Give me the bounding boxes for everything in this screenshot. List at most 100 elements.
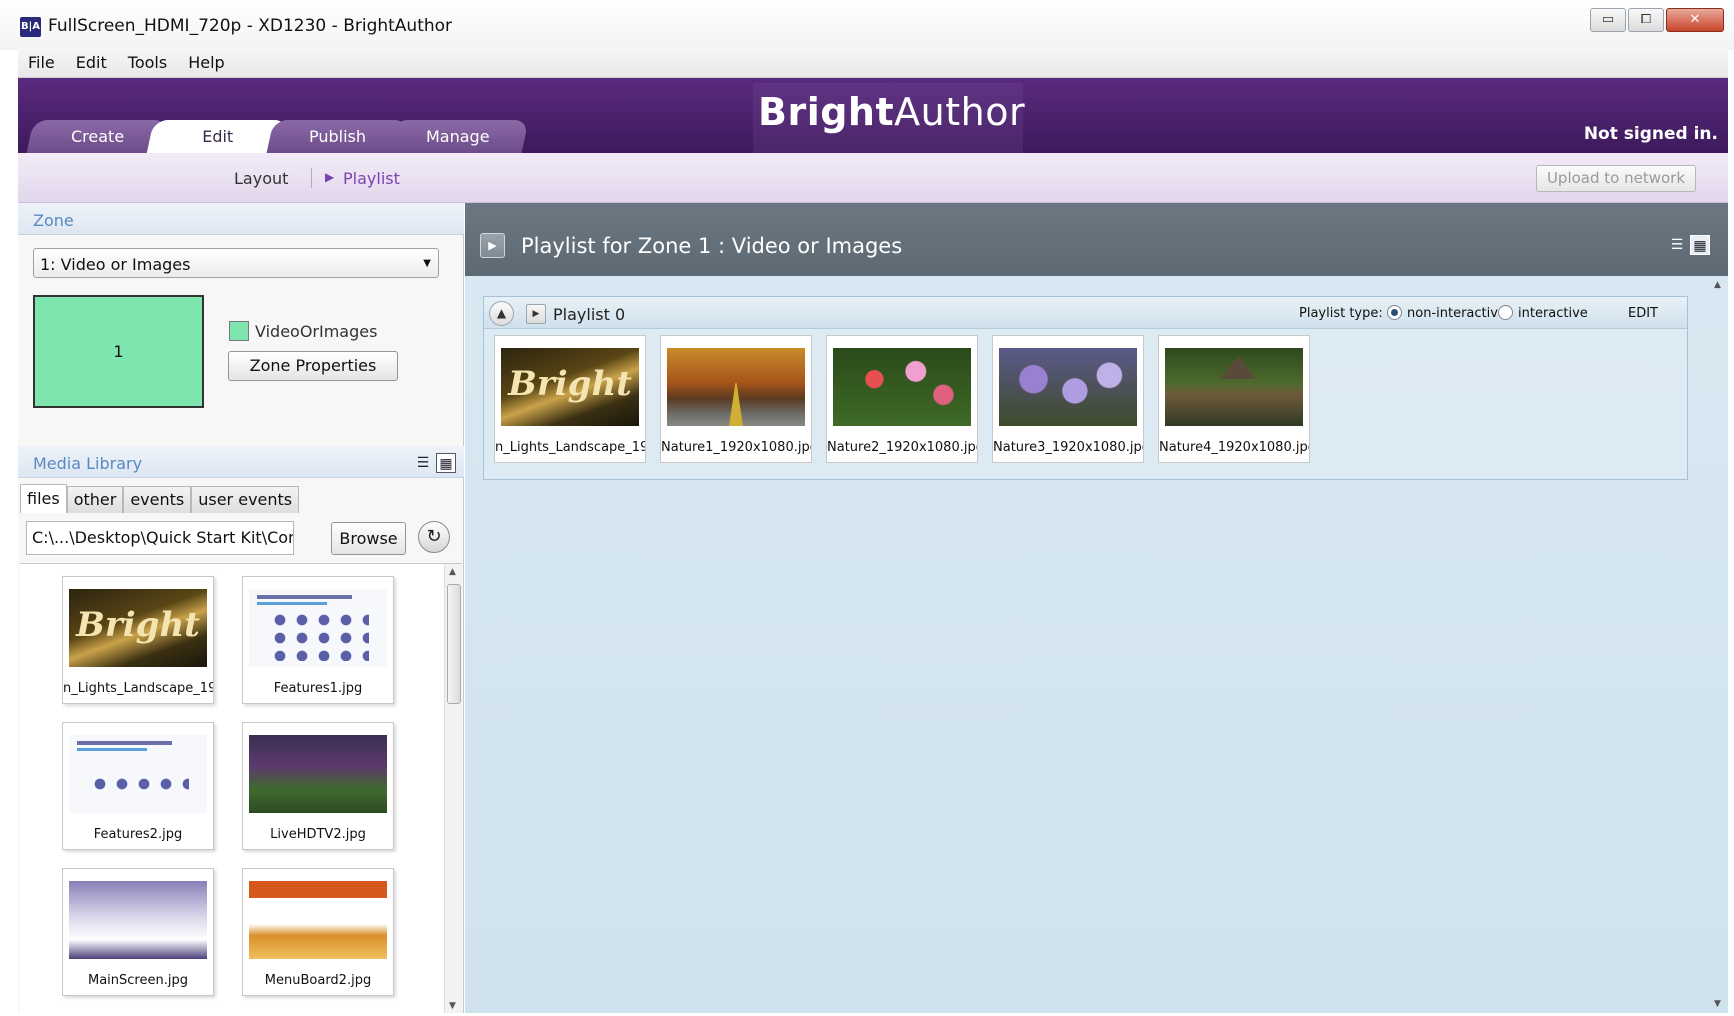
playlist-panel: ▶ Playlist for Zone 1 : Video or Images … — [465, 203, 1728, 1013]
thumbnail-image — [999, 348, 1137, 426]
library-item-label: LiveHDTV2.jpg — [270, 827, 366, 842]
playlist-container: ▲ ▶ Playlist 0 Playlist type: non-intera… — [483, 296, 1688, 480]
menu-edit[interactable]: Edit — [76, 53, 107, 72]
zone-number: 1 — [113, 342, 124, 361]
playlist-view-toggle: ☰ ▦ — [1667, 235, 1710, 255]
close-button[interactable]: ✕ — [1666, 8, 1724, 32]
library-item[interactable]: MainScreen.jpg — [62, 868, 214, 996]
menu-file[interactable]: File — [28, 53, 55, 72]
thumbnail-image — [833, 348, 971, 426]
scroll-up-icon[interactable]: ▲ — [1714, 280, 1721, 290]
playlist-item-label: Nature3_1920x1080.jpg — [993, 440, 1143, 455]
minimize-button[interactable]: ▭ — [1590, 8, 1626, 32]
app-header: Create Edit Publish Manage BrightAuthor … — [18, 78, 1728, 153]
playlist-item[interactable]: Nature4_1920x1080.jpg — [1158, 335, 1310, 463]
collapse-icon[interactable]: ▲ — [489, 301, 514, 326]
thumbnail-image: Bright — [501, 348, 639, 426]
zone-dropdown-value: 1: Video or Images — [40, 255, 191, 274]
playlist-item-label: Nature1_1920x1080.jpg — [661, 440, 811, 455]
play-arrow-icon: ▶ — [325, 170, 335, 184]
thumbnail-image — [1165, 348, 1303, 426]
playlist-scrollbar[interactable]: ▲ ▼ — [1710, 276, 1728, 1013]
library-item-label: MainScreen.jpg — [88, 973, 188, 988]
scroll-up-icon[interactable]: ▲ — [449, 567, 456, 577]
playlist-header-bar: ▲ ▶ Playlist 0 Playlist type: non-intera… — [484, 297, 1687, 329]
zone-color-swatch — [229, 321, 249, 341]
window-title: FullScreen_HDMI_720p - XD1230 - BrightAu… — [48, 16, 453, 36]
playlist-type-label: Playlist type: — [1299, 306, 1383, 321]
library-item[interactable]: Features1.jpg — [242, 576, 394, 704]
tab-other[interactable]: other — [66, 486, 124, 513]
window-title-bar: B|A FullScreen_HDMI_720p - XD1230 - Brig… — [0, 0, 1734, 50]
library-view-toggle: ☰ ▦ — [413, 453, 456, 473]
list-view-icon[interactable]: ☰ — [1667, 235, 1687, 255]
thumbnail-image: Bright — [69, 589, 207, 667]
subnav-divider — [311, 168, 312, 188]
zone-section-title: Zone — [33, 211, 74, 230]
edit-playlist-link[interactable]: EDIT — [1628, 306, 1658, 321]
thumbnail-image — [249, 589, 387, 667]
zone-section-header: Zone — [18, 203, 464, 235]
scroll-down-icon[interactable]: ▼ — [1714, 999, 1721, 1009]
subnav-playlist[interactable]: Playlist — [343, 169, 400, 188]
grid-view-icon[interactable]: ▦ — [1690, 235, 1710, 255]
thumbnail-image — [69, 881, 207, 959]
list-view-icon[interactable]: ☰ — [413, 453, 433, 473]
tab-files[interactable]: files — [20, 484, 67, 513]
upload-to-network-button[interactable]: Upload to network — [1536, 165, 1696, 192]
tab-user-events[interactable]: user events — [191, 486, 300, 513]
library-item-label: n_Lights_Landscape_1920 — [63, 681, 213, 696]
playlist-item[interactable]: Nature3_1920x1080.jpg — [992, 335, 1144, 463]
playlist-item[interactable]: Bright n_Lights_Landscape_1920 — [494, 335, 646, 463]
zone-preview[interactable]: 1 — [33, 295, 204, 408]
window-controls: ▭ ⧠ ✕ — [1590, 8, 1724, 32]
media-library-title: Media Library — [33, 454, 143, 473]
library-item[interactable]: LiveHDTV2.jpg — [242, 722, 394, 850]
play-icon[interactable]: ▶ — [480, 233, 505, 258]
media-library-header: Media Library ☰ ▦ — [18, 446, 464, 478]
radio-non-interactive-label[interactable]: non-interactive — [1407, 306, 1506, 321]
zone-dropdown[interactable]: 1: Video or Images ▼ — [33, 248, 439, 278]
library-item[interactable]: Bright n_Lights_Landscape_1920 — [62, 576, 214, 704]
grid-view-icon[interactable]: ▦ — [436, 453, 456, 473]
playlist-item-label: Nature4_1920x1080.jpg — [1159, 440, 1309, 455]
scrollbar-thumb[interactable] — [447, 584, 461, 704]
menu-help[interactable]: Help — [188, 53, 224, 72]
menu-tools[interactable]: Tools — [128, 53, 167, 72]
signin-status[interactable]: Not signed in. — [1584, 124, 1718, 144]
browse-button[interactable]: Browse — [331, 522, 406, 555]
radio-non-interactive[interactable] — [1387, 305, 1402, 320]
playlist-item-label: n_Lights_Landscape_1920 — [495, 440, 645, 455]
library-item[interactable]: MenuBoard2.jpg — [242, 868, 394, 996]
library-path-field[interactable]: C:\...\Desktop\Quick Start Kit\Content — [26, 521, 294, 555]
refresh-icon[interactable]: ↻ — [418, 521, 450, 553]
playlist-panel-header: ▶ Playlist for Zone 1 : Video or Images … — [465, 203, 1728, 276]
tab-events[interactable]: events — [123, 486, 192, 513]
library-item-label: Features2.jpg — [93, 827, 183, 842]
playlist-item[interactable]: Nature2_1920x1080.jpg — [826, 335, 978, 463]
scroll-down-icon[interactable]: ▼ — [449, 1001, 456, 1011]
play-icon[interactable]: ▶ — [526, 304, 546, 324]
maximize-button[interactable]: ⧠ — [1628, 8, 1664, 32]
app-icon: B|A — [20, 17, 41, 37]
library-scrollbar[interactable]: ▲ ▼ — [444, 564, 462, 1013]
playlist-panel-title: Playlist for Zone 1 : Video or Images — [521, 234, 903, 258]
playlist-item-label: Nature2_1920x1080.jpg — [827, 440, 977, 455]
radio-interactive[interactable] — [1498, 305, 1513, 320]
tab-manage[interactable]: Manage — [386, 120, 529, 153]
sub-navigation: Layout ▶ Playlist Upload to network — [18, 153, 1728, 203]
thumbnail-image — [249, 881, 387, 959]
radio-interactive-label[interactable]: interactive — [1518, 306, 1588, 321]
library-item[interactable]: Features2.jpg — [62, 722, 214, 850]
dropdown-arrow-icon: ▼ — [423, 258, 431, 269]
zone-name-label: VideoOrImages — [255, 322, 378, 341]
media-library-tabs: files other events user events — [20, 484, 300, 513]
subnav-layout[interactable]: Layout — [234, 169, 288, 188]
thumbnail-image — [667, 348, 805, 426]
thumbnail-image — [69, 735, 207, 813]
media-library-grid: Bright n_Lights_Landscape_1920 Features1… — [20, 563, 462, 1013]
zone-properties-button[interactable]: Zone Properties — [228, 351, 398, 381]
playlist-item[interactable]: Nature1_1920x1080.jpg — [660, 335, 812, 463]
library-item-label: MenuBoard2.jpg — [264, 973, 372, 988]
brightauthor-logo: BrightAuthor — [758, 90, 1026, 134]
